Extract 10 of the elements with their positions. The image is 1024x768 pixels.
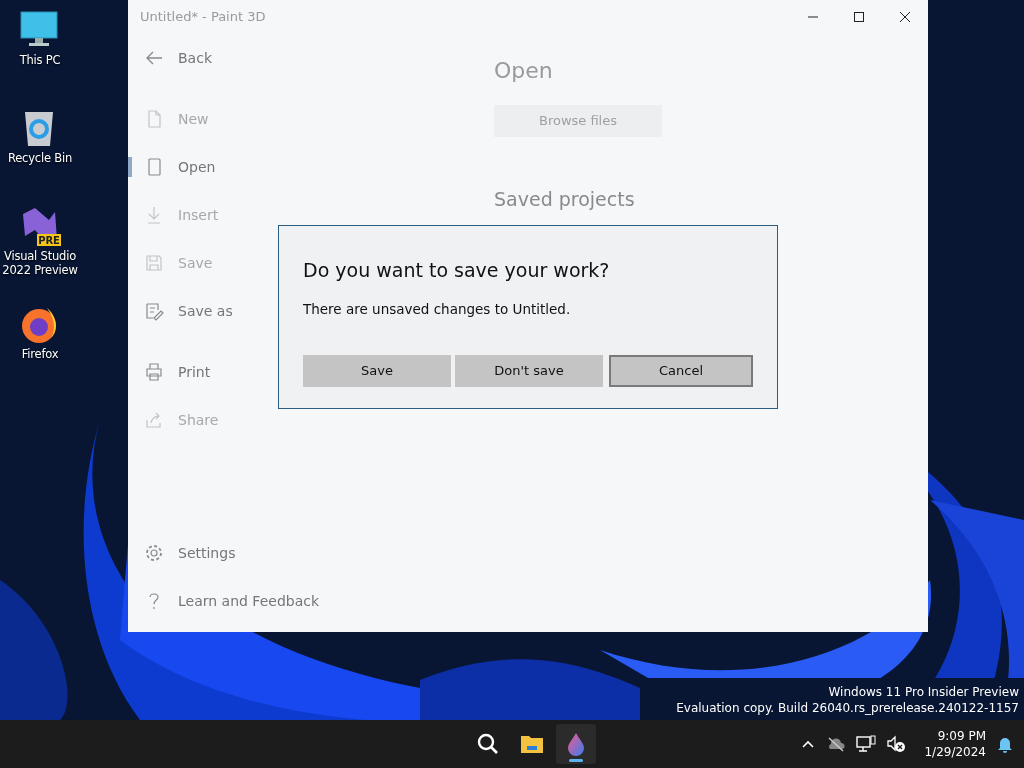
dialog-message: There are unsaved changes to Untitled.: [303, 299, 572, 319]
dialog-title: Do you want to save your work?: [303, 258, 611, 283]
window-title: Untitled* - Paint 3D: [140, 8, 266, 27]
clock-date: 1/29/2024: [924, 744, 986, 761]
section-heading: Open: [494, 57, 554, 85]
section-heading: Saved projects: [494, 187, 636, 212]
clock-time: 9:09 PM: [936, 727, 986, 744]
watermark-text: Windows 11 Pro Insider Preview: [827, 685, 1019, 701]
badge-label: PRE: [38, 235, 60, 246]
watermark-text: Evaluation copy. Build 26040.rs_prerelease.240122-1157: [676, 700, 1019, 717]
